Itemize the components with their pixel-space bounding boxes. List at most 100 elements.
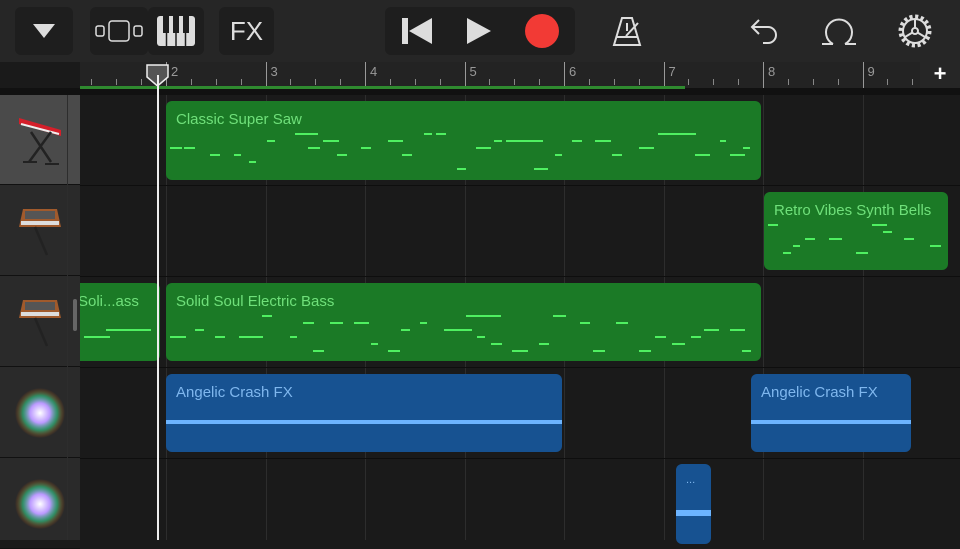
- midi-note: [84, 336, 110, 338]
- metronome-icon: [612, 17, 642, 46]
- midi-note: [595, 140, 611, 142]
- bar-number: 8: [768, 64, 776, 79]
- record-icon[interactable]: [524, 13, 560, 49]
- region-name: Angelic Crash FX: [761, 384, 878, 401]
- midi-note: [401, 329, 410, 331]
- metronome-button[interactable]: [605, 7, 651, 55]
- region-name: ...: [686, 474, 696, 486]
- keyboard-button[interactable]: [148, 7, 204, 55]
- triangle-down-icon: [33, 24, 55, 38]
- midi-note: [420, 322, 427, 324]
- retro-synth-icon: [19, 208, 61, 255]
- undo-button[interactable]: [742, 7, 788, 55]
- midi-note: [123, 329, 137, 331]
- track-header-4[interactable]: [0, 368, 80, 458]
- midi-note: [720, 140, 727, 142]
- beat-tick: [514, 79, 516, 85]
- midi-note: [805, 238, 816, 240]
- fx-button[interactable]: FX: [219, 7, 274, 55]
- sparkle-fx-icon: [15, 478, 65, 529]
- track-resize-handle[interactable]: [73, 299, 77, 331]
- region-name: Angelic Crash FX: [176, 384, 293, 401]
- browser-dropdown-button[interactable]: [15, 7, 73, 55]
- bar-number: 3: [270, 64, 278, 79]
- cycle-region-bar[interactable]: [80, 86, 685, 89]
- track-header-2[interactable]: [0, 186, 80, 276]
- track-divider: [80, 367, 960, 368]
- tracks-view-button[interactable]: [90, 7, 148, 55]
- playhead[interactable]: [157, 75, 159, 540]
- bar-number: 7: [668, 64, 676, 79]
- sparkle-fx-icon: [15, 387, 65, 438]
- loop-browser-button[interactable]: [816, 7, 862, 55]
- beat-tick: [588, 79, 590, 85]
- add-section-button[interactable]: +: [920, 62, 960, 88]
- transport-controls: [385, 7, 575, 55]
- midi-note: [423, 133, 433, 135]
- beat-tick: [812, 79, 814, 85]
- midi-note: [883, 231, 893, 233]
- midi-note: [294, 133, 319, 135]
- midi-note: [289, 336, 298, 338]
- bar-line: [464, 62, 466, 88]
- midi-note: [184, 147, 196, 149]
- midi-note: [730, 154, 745, 156]
- waveform: [166, 420, 562, 424]
- midi-note: [361, 147, 371, 149]
- waveform: [676, 510, 711, 516]
- beat-tick: [190, 79, 192, 85]
- track-header-1[interactable]: [0, 95, 80, 185]
- midi-note: [267, 140, 276, 142]
- ruler-baseline: [0, 88, 960, 95]
- undo-icon: [750, 19, 777, 44]
- region-solid-soul-electric-bass[interactable]: Solid Soul Electric Bass: [166, 283, 761, 361]
- midi-note: [638, 350, 651, 352]
- play-icon[interactable]: [464, 16, 494, 46]
- region-short-audio[interactable]: ...: [676, 464, 711, 544]
- region-solid-soul-bass-partial[interactable]: Soli...ass: [80, 283, 160, 361]
- midi-note: [691, 336, 702, 338]
- settings-button[interactable]: [892, 7, 938, 55]
- region-name: Soli...ass: [80, 293, 139, 310]
- region-retro-vibes-synth-bells[interactable]: Retro Vibes Synth Bells: [764, 192, 948, 270]
- midi-note: [337, 154, 347, 156]
- midi-note: [512, 350, 528, 352]
- track-header-3[interactable]: [0, 277, 80, 367]
- grid-line: [862, 95, 864, 540]
- midi-note: [308, 147, 320, 149]
- beat-tick: [215, 79, 217, 85]
- midi-note: [313, 350, 325, 352]
- track-divider: [80, 458, 960, 459]
- beat-tick: [141, 79, 143, 85]
- beat-tick: [240, 79, 242, 85]
- midi-note: [783, 252, 791, 254]
- bar-line: [365, 62, 366, 88]
- beat-tick: [738, 79, 740, 85]
- piano-keys-icon: [157, 16, 195, 46]
- midi-note: [703, 329, 719, 331]
- bar-line: [763, 62, 764, 88]
- grid-line: [66, 95, 68, 540]
- midi-note: [353, 322, 369, 324]
- go-to-beginning-icon[interactable]: [400, 16, 434, 46]
- region-angelic-crash-fx-2[interactable]: Angelic Crash FX: [751, 374, 911, 452]
- bar-line: [564, 62, 565, 88]
- midi-note: [695, 154, 710, 156]
- beat-tick: [315, 79, 317, 85]
- beat-tick: [912, 79, 914, 85]
- bar-number: 5: [469, 64, 477, 79]
- timeline-ruler[interactable]: 2 3 4 5 6 7 8 9: [80, 62, 920, 88]
- beat-tick: [688, 79, 690, 85]
- midi-note: [402, 154, 413, 156]
- midi-note: [828, 238, 843, 240]
- midi-note: [435, 133, 446, 135]
- region-angelic-crash-fx[interactable]: Angelic Crash FX: [166, 374, 562, 452]
- beat-tick: [539, 79, 541, 85]
- beat-tick: [340, 79, 342, 85]
- region-classic-super-saw[interactable]: Classic Super Saw: [166, 101, 761, 180]
- midi-note: [476, 147, 491, 149]
- midi-note: [490, 343, 502, 345]
- track-divider: [80, 185, 960, 186]
- track-header-5[interactable]: [0, 459, 80, 549]
- region-name: Classic Super Saw: [176, 111, 302, 128]
